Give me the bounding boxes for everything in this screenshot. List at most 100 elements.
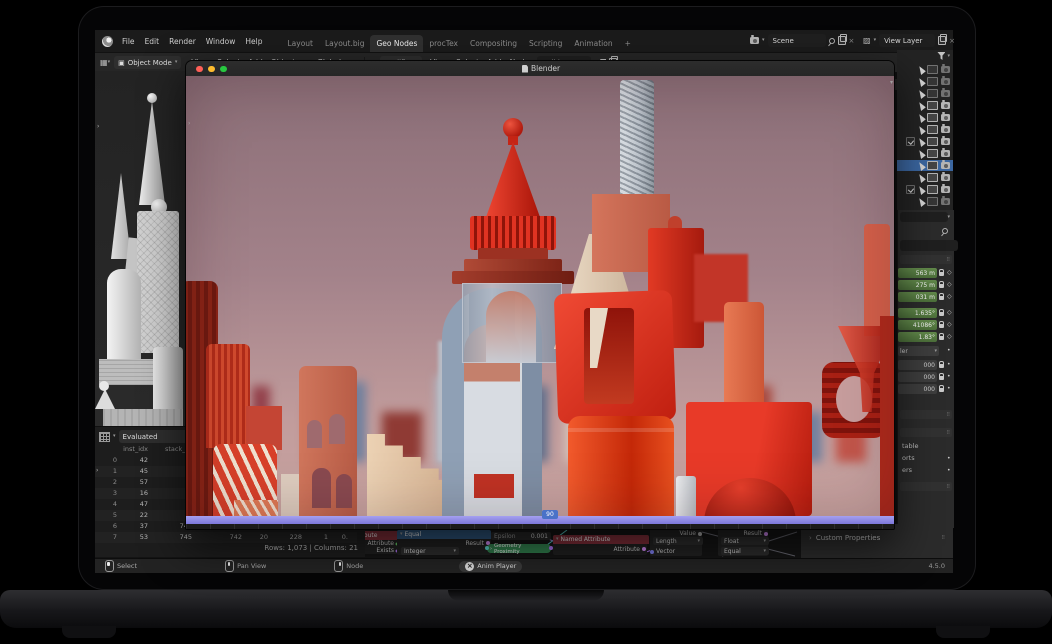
node-body[interactable]: Result Integer ▾ (397, 539, 491, 555)
panel-menu-icon[interactable]: ⠿ (946, 412, 950, 418)
lock-icon[interactable] (939, 336, 944, 340)
blender-logo-icon[interactable] (102, 36, 113, 47)
lock-icon[interactable] (939, 312, 944, 316)
node-body[interactable]: Attribute (553, 544, 647, 555)
animate-dot-icon[interactable]: • (947, 347, 951, 354)
panel-header[interactable]: ⠿ (900, 482, 952, 491)
animate-dot-icon[interactable]: • (947, 373, 951, 380)
view-layer-selector[interactable]: View Layer (879, 34, 935, 47)
cursor-icon[interactable] (916, 197, 926, 207)
monitor-icon[interactable] (927, 137, 938, 146)
object-name-field[interactable] (900, 240, 958, 251)
camera-icon[interactable] (941, 78, 950, 85)
outliner-row[interactable] (897, 112, 953, 123)
socket-result[interactable] (764, 532, 768, 536)
stop-icon[interactable]: × (465, 562, 474, 571)
tab-animation[interactable]: Animation (568, 35, 618, 52)
tab-layout[interactable]: Layout (281, 35, 319, 52)
monitor-icon[interactable] (927, 197, 938, 206)
outliner-row[interactable] (897, 148, 953, 159)
close-icon[interactable]: × (949, 37, 955, 45)
socket-in[interactable] (485, 546, 489, 550)
rotation-mode-dropdown[interactable]: ler▾ (898, 346, 939, 356)
render-window[interactable]: Blender (185, 60, 895, 530)
view-layer-icon[interactable]: ▨ (863, 36, 871, 45)
location-y-value[interactable]: 275 m (898, 280, 937, 290)
menu-render[interactable]: Render (164, 37, 201, 46)
maximize-traffic-light[interactable] (220, 66, 227, 73)
cursor-icon[interactable] (916, 101, 926, 111)
animate-dot-icon[interactable]: • (947, 467, 951, 474)
lock-icon[interactable] (939, 284, 944, 288)
location-x-row[interactable]: 563 m◇ (898, 268, 954, 278)
animate-dot-icon[interactable]: • (947, 455, 951, 462)
pin-icon[interactable] (827, 36, 835, 44)
monitor-icon[interactable] (927, 173, 938, 182)
monitor-icon[interactable] (927, 101, 938, 110)
menu-help[interactable]: Help (240, 37, 267, 46)
panel-menu-icon[interactable]: ⠿ (946, 257, 950, 263)
keyframe-icon[interactable]: ◇ (947, 309, 952, 316)
animate-dot-icon[interactable]: • (947, 361, 951, 368)
camera-icon[interactable] (941, 102, 950, 109)
outliner-row[interactable] (897, 196, 953, 207)
sidebar-expand-icon[interactable]: › (188, 120, 190, 127)
length-node[interactable]: Value Length ▾ Vector (650, 530, 702, 556)
render-window-titlebar[interactable]: Blender (186, 61, 895, 77)
tab-compositing[interactable]: Compositing (464, 35, 523, 52)
chevron-down-icon[interactable]: ▾ (762, 38, 765, 43)
named-attribute-node[interactable]: ▾ Named Attribute (553, 535, 649, 544)
outliner-row[interactable] (897, 76, 953, 87)
cursor-icon[interactable] (916, 113, 926, 123)
scale-z-row[interactable]: 000 • (898, 384, 954, 394)
menu-edit[interactable]: Edit (140, 37, 165, 46)
rotation-z-row[interactable]: 1.83°◇ (898, 332, 954, 342)
editor-type-icon[interactable]: ▦ (100, 58, 108, 67)
animate-dot-icon[interactable]: • (947, 385, 951, 392)
rotation-y-row[interactable]: 41086°◇ (898, 320, 954, 330)
monitor-icon[interactable] (927, 161, 938, 170)
socket-attribute[interactable] (642, 547, 646, 551)
cursor-icon[interactable] (916, 125, 926, 135)
panel-menu-icon[interactable]: ⠿ (946, 484, 950, 490)
camera-icon[interactable] (941, 174, 950, 181)
cursor-icon[interactable] (916, 185, 926, 195)
camera-icon[interactable] (941, 186, 950, 193)
outliner-row[interactable] (897, 184, 953, 195)
length-dropdown[interactable]: Length ▾ (653, 537, 703, 545)
camera-icon[interactable] (941, 150, 950, 157)
pin-icon[interactable] (941, 227, 949, 235)
monitor-icon[interactable] (927, 77, 938, 86)
panel-menu-icon[interactable]: ⠿ (941, 535, 945, 541)
chevron-down-icon[interactable]: ▾ (947, 215, 950, 220)
monitor-icon[interactable] (927, 149, 938, 158)
close-icon[interactable]: × (849, 37, 855, 45)
tab-scripting[interactable]: Scripting (523, 35, 568, 52)
scene-icon[interactable] (750, 37, 759, 44)
equal-op-dropdown[interactable]: Equal ▾ (721, 547, 769, 555)
copy-scene-icon[interactable] (838, 36, 846, 45)
outliner-row[interactable] (897, 100, 953, 111)
scale-x-value[interactable]: 000 (898, 360, 937, 370)
col-stack-to[interactable]: stack_to (95, 445, 192, 453)
cursor-icon[interactable] (916, 161, 926, 171)
panel-menu-icon[interactable]: ⠿ (946, 430, 950, 436)
transform-panel-header[interactable]: ⠿ (900, 255, 952, 264)
geometry-proximity-node[interactable]: › Geometry Proximity (487, 544, 551, 553)
camera-icon[interactable] (941, 114, 950, 121)
compare-node[interactable]: Result Float ▾ Equal ▾ (718, 530, 768, 556)
camera-icon[interactable] (941, 138, 950, 145)
spreadsheet-icon[interactable] (99, 432, 110, 442)
custom-properties-header[interactable]: › Custom Properties (809, 534, 880, 542)
checkbox-icon[interactable] (906, 185, 915, 194)
monitor-icon[interactable] (927, 185, 938, 194)
equal-node[interactable]: ▾ Equal (397, 530, 491, 539)
scale-z-value[interactable]: 000 (898, 384, 937, 394)
tab-add-workspace[interactable]: + (619, 35, 637, 52)
outliner-row[interactable] (897, 136, 953, 147)
keyframe-icon[interactable]: ◇ (947, 333, 952, 340)
mode-dropdown[interactable]: ▣ Object Mode ▾ (114, 56, 181, 69)
keyframe-icon[interactable]: ◇ (947, 269, 952, 276)
menu-window[interactable]: Window (201, 37, 241, 46)
breadcrumb-field[interactable] (900, 212, 948, 222)
